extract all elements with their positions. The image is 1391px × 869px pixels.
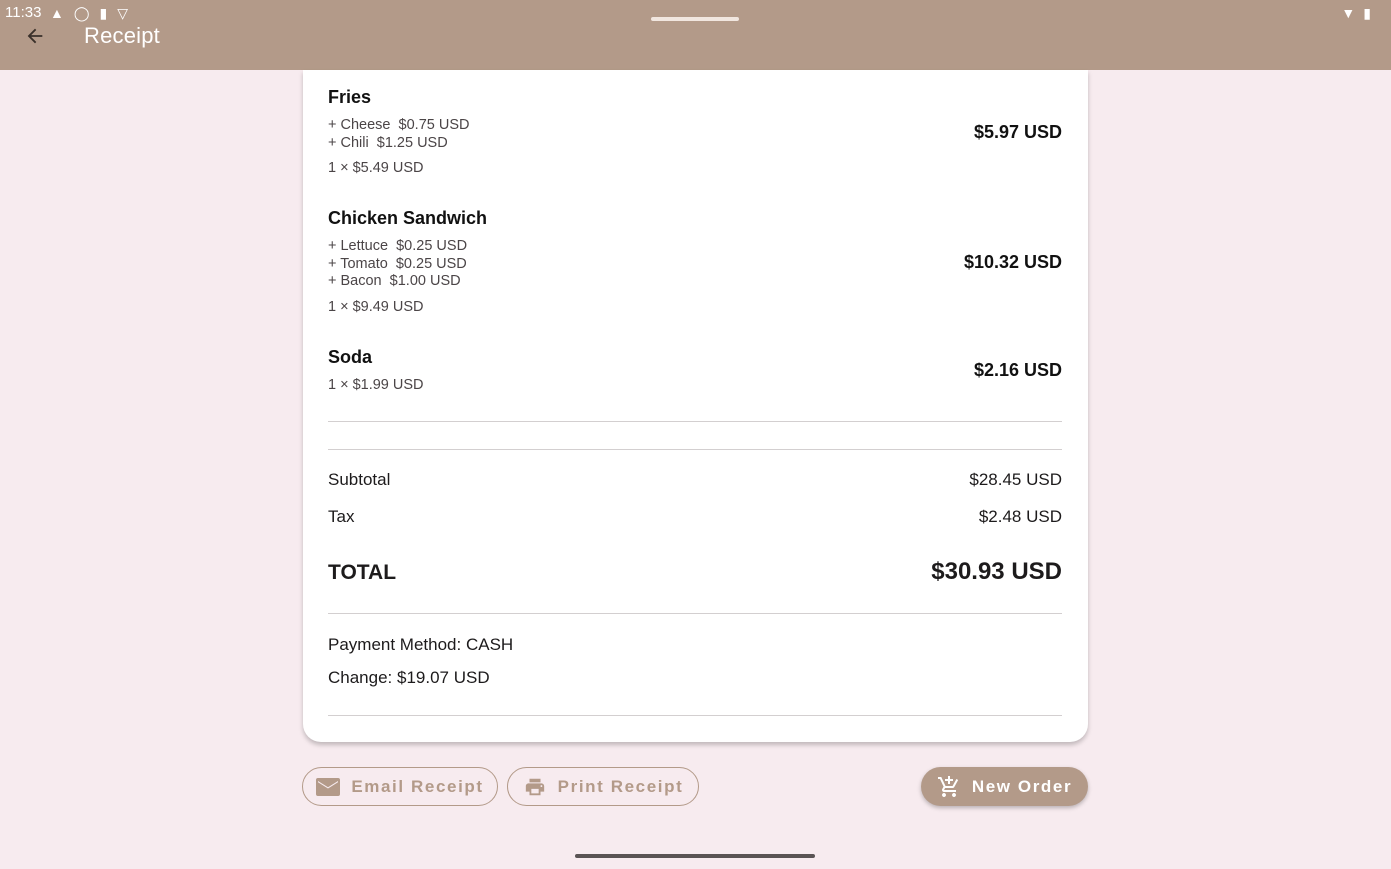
subtotal-label: Subtotal xyxy=(328,470,391,489)
print-receipt-button[interactable]: Print Receipt xyxy=(507,767,699,806)
shield-icon: ◯ xyxy=(73,5,90,21)
item-modifier: + Bacon $1.00 USD xyxy=(328,273,461,289)
item-name: Soda xyxy=(328,347,373,367)
item-quantity: 1 × $1.99 USD xyxy=(328,377,424,393)
battery-icon: ▮ xyxy=(1363,5,1371,21)
item-modifier: + Cheese $0.75 USD xyxy=(328,117,470,133)
status-system-icons: ▼ ▮ xyxy=(1341,5,1371,22)
print-receipt-label: Print Receipt xyxy=(557,776,684,796)
sd-card-icon: ▮ xyxy=(99,5,108,21)
email-receipt-button[interactable]: Email Receipt xyxy=(302,767,498,806)
warning-icon: ▲ xyxy=(50,5,64,21)
item-quantity: 1 × $9.49 USD xyxy=(328,298,424,315)
tax-value: $2.48 USD xyxy=(978,507,1062,526)
divider xyxy=(328,613,1062,614)
line-item-fries: Fries + Cheese $0.75 USD + Chili $1.25 U… xyxy=(328,87,1062,176)
item-name: Chicken Sandwich xyxy=(328,208,488,228)
new-order-button[interactable]: New Order xyxy=(921,767,1088,806)
payment-method: Payment Method: CASH xyxy=(328,635,514,654)
email-receipt-label: Email Receipt xyxy=(351,776,484,796)
subtotal-row: Subtotal $28.45 USD xyxy=(328,470,1062,490)
change-amount: Change: $19.07 USD xyxy=(328,668,490,687)
item-modifier: + Chili $1.25 USD xyxy=(328,134,448,151)
divider xyxy=(328,449,1062,450)
item-price: $10.32 USD xyxy=(963,252,1062,272)
print-icon xyxy=(525,778,544,795)
tax-label: Tax xyxy=(328,507,355,526)
divider xyxy=(328,421,1062,422)
line-item-soda: Soda 1 × $1.99 USD $2.16 USD xyxy=(328,347,1062,393)
item-modifier: + Lettuce $0.25 USD xyxy=(328,238,468,254)
total-row: TOTAL $30.93 USD xyxy=(328,558,1062,586)
line-item-chicken-sandwich: Chicken Sandwich + Lettuce $0.25 USD + T… xyxy=(328,208,1062,315)
item-name: Fries xyxy=(328,87,372,107)
divider xyxy=(328,715,1062,716)
vpn-icon: ▽ xyxy=(117,5,129,21)
new-order-label: New Order xyxy=(971,776,1073,796)
status-time: 11:33 xyxy=(5,4,42,21)
app-bar: 11:33 ▲ ◯ ▮ ▽ ▼ ▮ Receipt xyxy=(0,0,1391,70)
wifi-icon: ▼ xyxy=(1341,5,1356,21)
tax-row: Tax $2.48 USD xyxy=(328,507,1062,527)
item-modifier: + Tomato $0.25 USD xyxy=(328,255,467,272)
total-value: $30.93 USD xyxy=(931,558,1062,585)
total-label: TOTAL xyxy=(328,561,397,584)
back-button[interactable] xyxy=(20,22,50,50)
subtotal-value: $28.45 USD xyxy=(969,470,1062,489)
email-icon xyxy=(316,777,341,796)
navigation-handle xyxy=(575,854,815,858)
item-price: $2.16 USD xyxy=(973,360,1062,380)
drag-handle xyxy=(651,17,739,21)
arrow-back-icon xyxy=(27,28,43,44)
item-price: $5.97 USD xyxy=(973,122,1062,142)
receipt-card: Fries + Cheese $0.75 USD + Chili $1.25 U… xyxy=(303,70,1088,742)
status-notification-icons: ▲ ◯ ▮ ▽ xyxy=(50,5,128,21)
add-shopping-cart-icon xyxy=(937,775,958,797)
item-quantity: 1 × $5.49 USD xyxy=(328,160,424,176)
page-title: Receipt xyxy=(84,23,160,48)
